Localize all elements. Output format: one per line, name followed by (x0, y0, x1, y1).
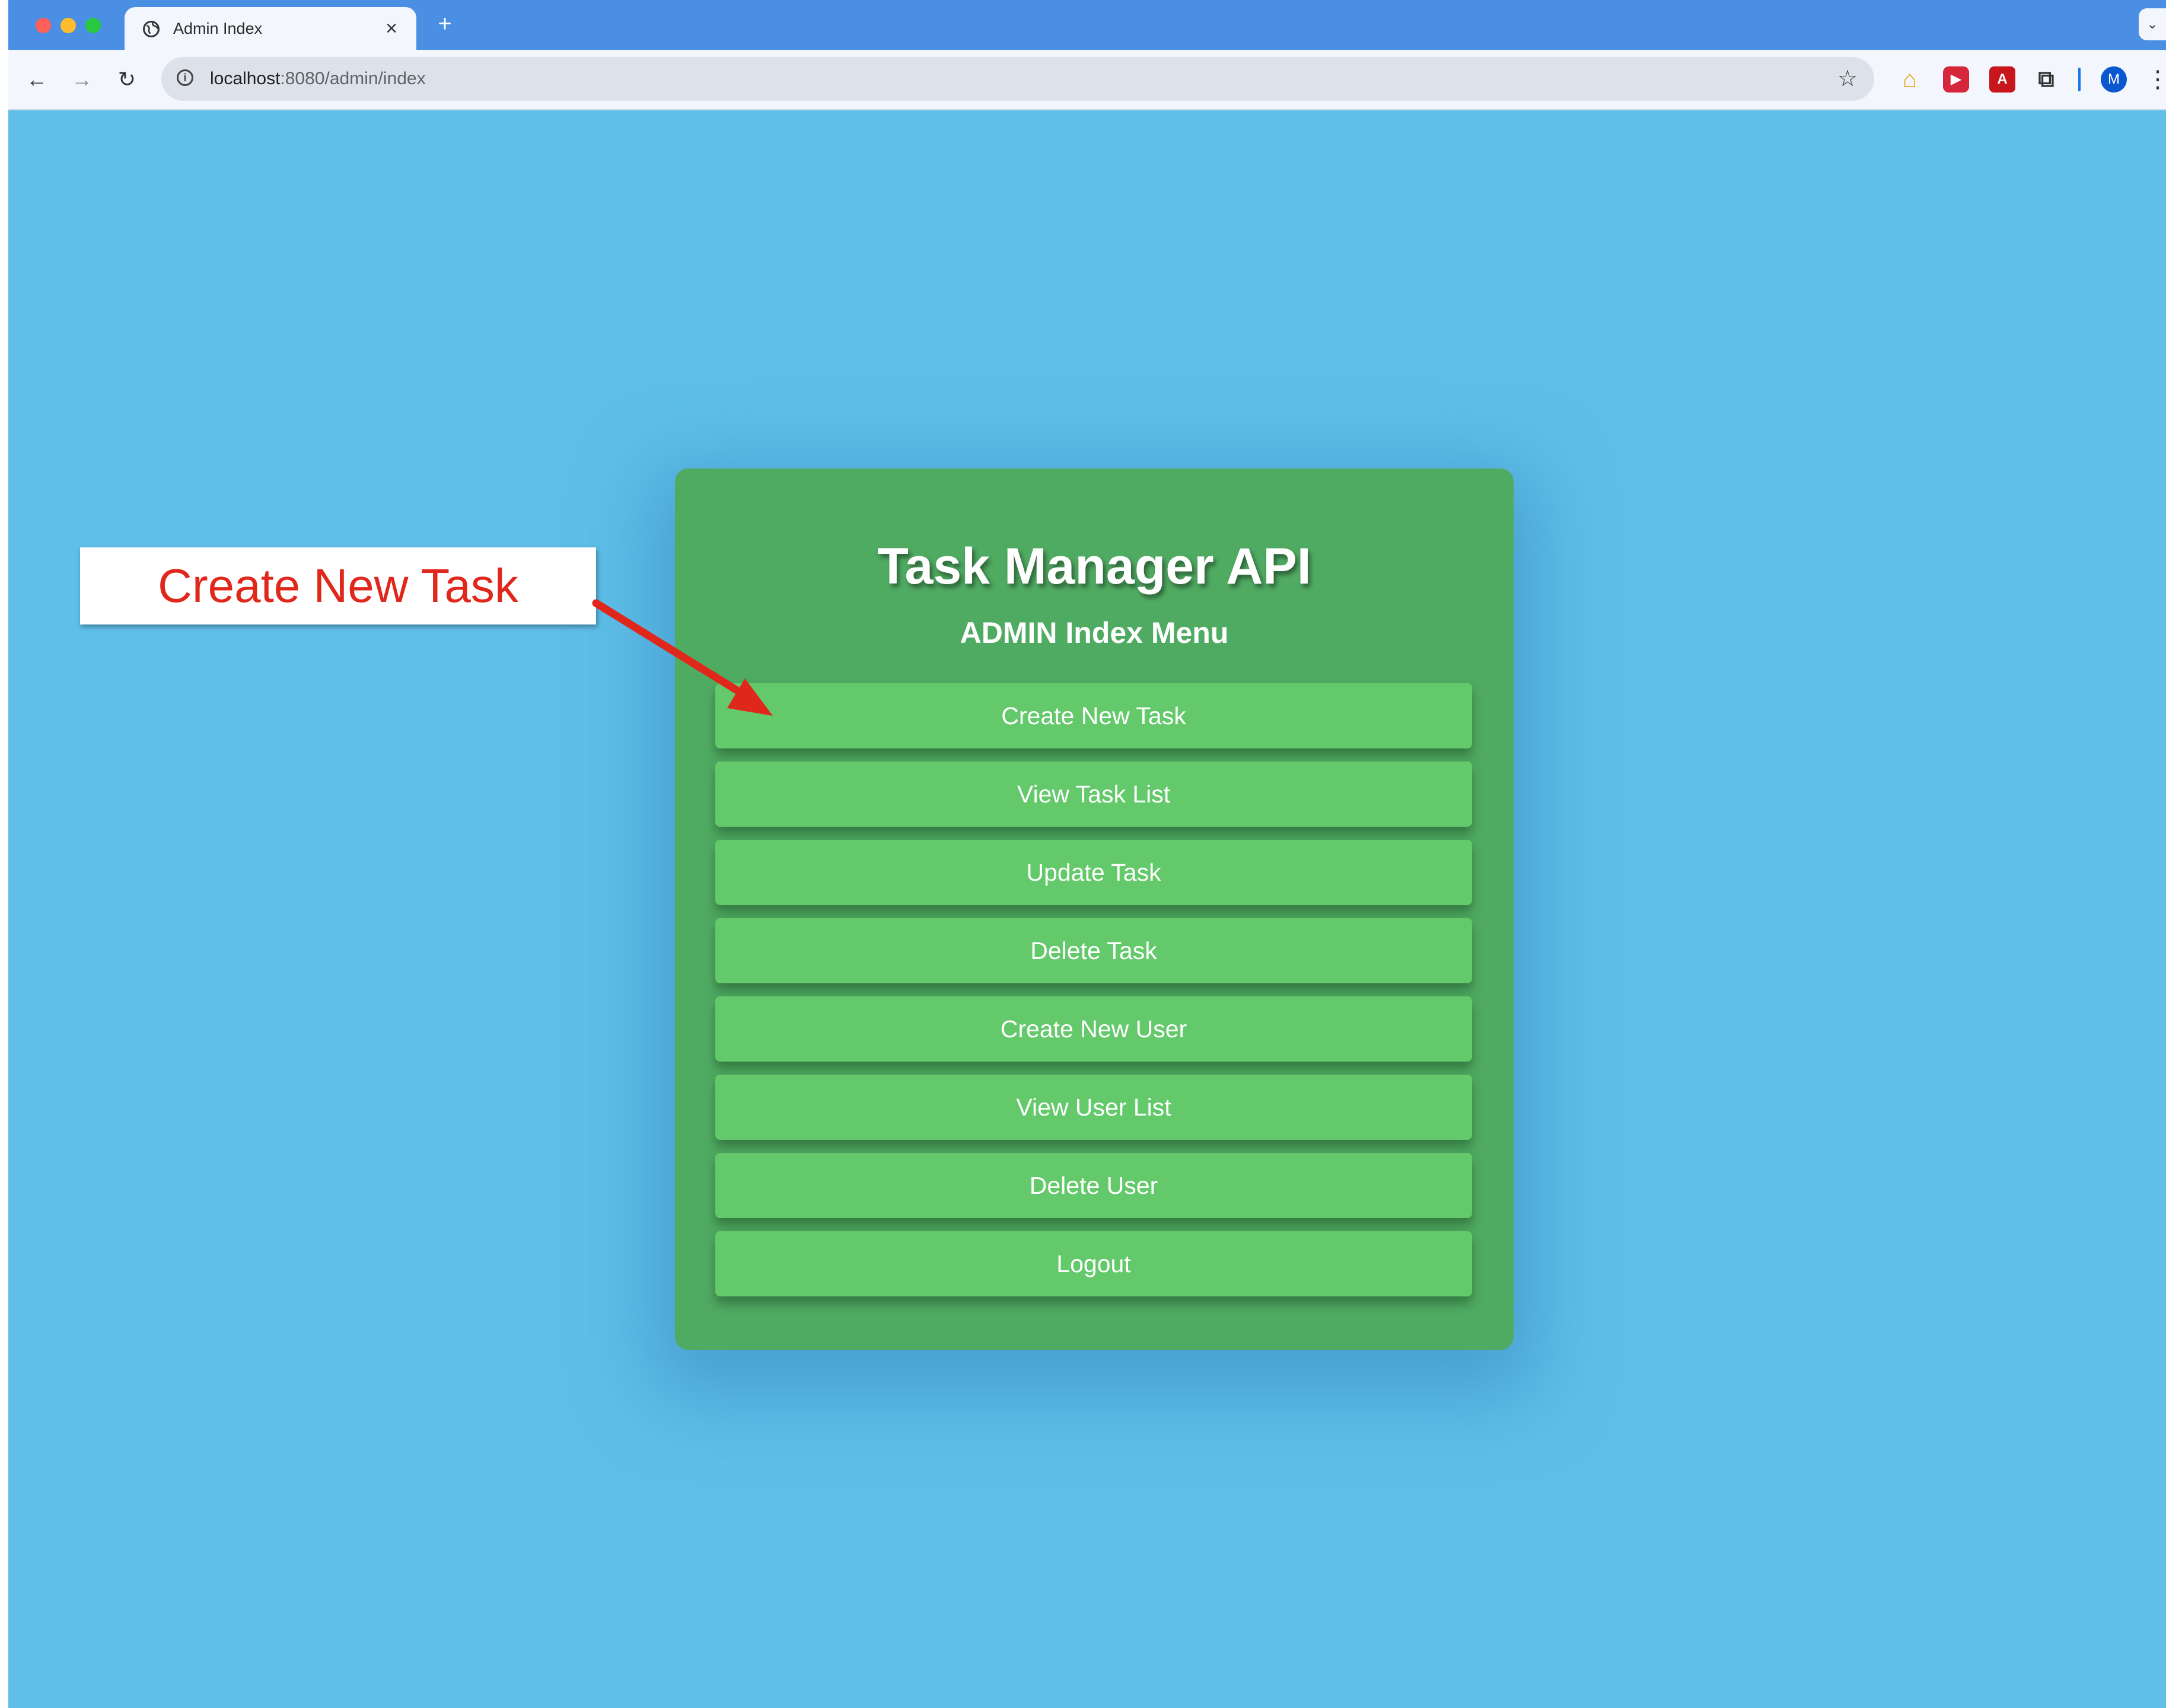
bookmark-star-icon[interactable]: ☆ (1834, 65, 1861, 93)
tab-title: Admin Index (173, 20, 263, 37)
new-tab-button[interactable]: + (432, 12, 458, 38)
tab-close-icon[interactable]: × (380, 17, 403, 40)
browser-toolbar: ← → ↻ i localhost:8080/admin/index ☆ (8, 50, 2166, 110)
forward-arrow-icon[interactable]: → (68, 65, 96, 94)
minimize-window-button[interactable] (60, 18, 76, 33)
more-menu-icon[interactable]: ⋮ (2146, 64, 2166, 95)
tab-strip: Admin Index × + ⌄ (8, 0, 2166, 50)
globe-icon (143, 21, 160, 37)
pdf-extension-icon[interactable]: A (1989, 66, 2015, 93)
view-task-list-button[interactable]: View Task List (715, 761, 1472, 827)
media-extension-icon[interactable]: ▶ (1943, 66, 1969, 93)
reload-icon[interactable]: ↻ (113, 65, 141, 94)
create-new-task-button[interactable]: Create New Task (715, 683, 1472, 748)
logout-button[interactable]: Logout (715, 1231, 1472, 1296)
url-path: :8080/admin/index (280, 69, 426, 88)
tab-admin-index[interactable]: Admin Index × (125, 7, 416, 50)
url-text[interactable]: localhost:8080/admin/index (210, 57, 426, 101)
profile-avatar[interactable]: M (2101, 66, 2127, 93)
page-title: Task Manager API (877, 538, 1311, 595)
url-host: localhost (210, 69, 281, 88)
address-bar[interactable]: i localhost:8080/admin/index ☆ (161, 57, 1874, 101)
toolbar-divider (2078, 68, 2081, 91)
admin-menu-card: Task Manager API ADMIN Index Menu Create… (675, 469, 1514, 1350)
site-info-icon[interactable]: i (177, 69, 193, 86)
back-arrow-icon[interactable]: ← (23, 65, 51, 94)
zoom-window-button[interactable] (85, 18, 101, 33)
page-subtitle: ADMIN Index Menu (960, 616, 1229, 649)
close-window-button[interactable] (36, 18, 51, 33)
tab-search-menu-button[interactable]: ⌄ (2139, 8, 2166, 40)
annotation-callout-text: Create New Task (158, 559, 518, 612)
create-new-user-button[interactable]: Create New User (715, 996, 1472, 1062)
extensions-puzzle-icon[interactable]: ⧉ (2033, 66, 2059, 93)
delete-user-button[interactable]: Delete User (715, 1153, 1472, 1218)
annotation-callout: Create New Task (80, 547, 596, 624)
browser-window: Admin Index × + ⌄ ← → ↻ i localhost:8080… (8, 0, 2166, 1708)
delete-task-button[interactable]: Delete Task (715, 918, 1472, 983)
view-user-list-button[interactable]: View User List (715, 1075, 1472, 1140)
admin-menu: Create New Task View Task List Update Ta… (715, 683, 1472, 1309)
update-task-button[interactable]: Update Task (715, 840, 1472, 905)
home-extension-icon[interactable]: ⌂ (1897, 66, 1923, 93)
